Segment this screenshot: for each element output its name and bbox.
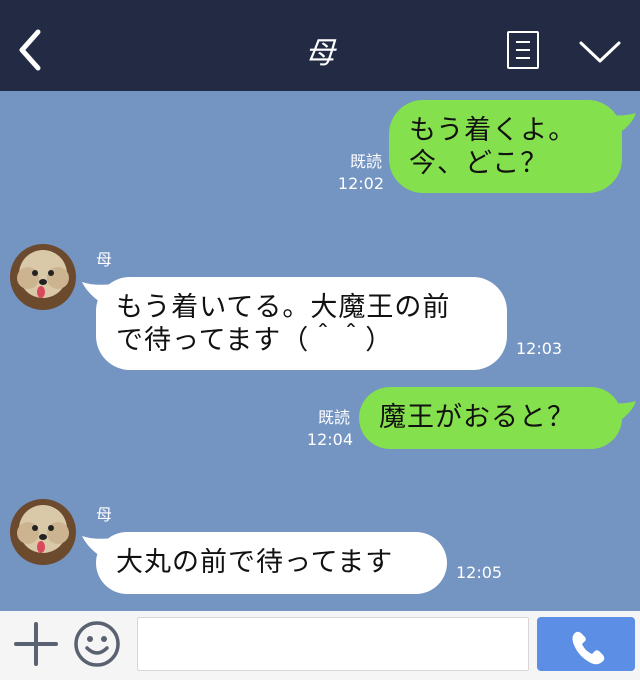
add-button[interactable] bbox=[14, 622, 58, 666]
notes-button[interactable] bbox=[507, 31, 539, 69]
sender-name: 母 bbox=[96, 250, 113, 269]
message-text-line: もう着いてる。大魔王の前 bbox=[116, 292, 451, 323]
phone-icon bbox=[572, 631, 605, 665]
chat-area[interactable]: もう着くよ。 今、どこ？ 既読 12:02 母 もう着いてる。大魔王の前 で待っ… bbox=[0, 91, 640, 611]
message-time: 12:05 bbox=[456, 563, 503, 582]
expand-button[interactable] bbox=[578, 38, 622, 66]
avatar[interactable] bbox=[10, 499, 76, 565]
avatar[interactable] bbox=[10, 244, 76, 310]
message-text-line: 大丸の前で待ってます bbox=[116, 547, 394, 578]
message-text-line: 魔王がおると？ bbox=[379, 402, 575, 433]
read-receipt: 既読 bbox=[349, 152, 382, 171]
read-receipt: 既読 bbox=[317, 408, 350, 427]
message-text-line: 今、どこ？ bbox=[409, 148, 549, 179]
emoji-button[interactable] bbox=[73, 620, 121, 668]
message-time: 12:04 bbox=[306, 430, 353, 449]
message-bubble-incoming[interactable]: もう着いてる。大魔王の前 で待ってます（＾＾） bbox=[96, 277, 507, 370]
message-bubble-incoming[interactable]: 大丸の前で待ってます bbox=[96, 532, 447, 594]
plus-icon bbox=[14, 622, 58, 666]
message-input[interactable] bbox=[137, 617, 529, 671]
smiley-icon bbox=[74, 621, 120, 667]
chat-header: 母 bbox=[0, 0, 640, 91]
chat-title: 母 bbox=[305, 36, 335, 71]
message-text-line: もう着くよ。 bbox=[409, 115, 577, 146]
message-bubble-outgoing[interactable]: 魔王がおると？ bbox=[359, 387, 622, 449]
message-time: 12:02 bbox=[337, 174, 384, 193]
message-text-line: で待ってます（＾＾） bbox=[116, 325, 394, 356]
dog-avatar-icon bbox=[10, 499, 76, 565]
chevron-down-icon bbox=[579, 41, 621, 63]
dog-avatar-icon bbox=[10, 244, 76, 310]
message-bubble-outgoing[interactable]: もう着くよ。 今、どこ？ bbox=[389, 100, 622, 193]
call-button[interactable] bbox=[537, 617, 635, 671]
message-time: 12:03 bbox=[516, 339, 563, 358]
sender-name: 母 bbox=[96, 505, 113, 524]
